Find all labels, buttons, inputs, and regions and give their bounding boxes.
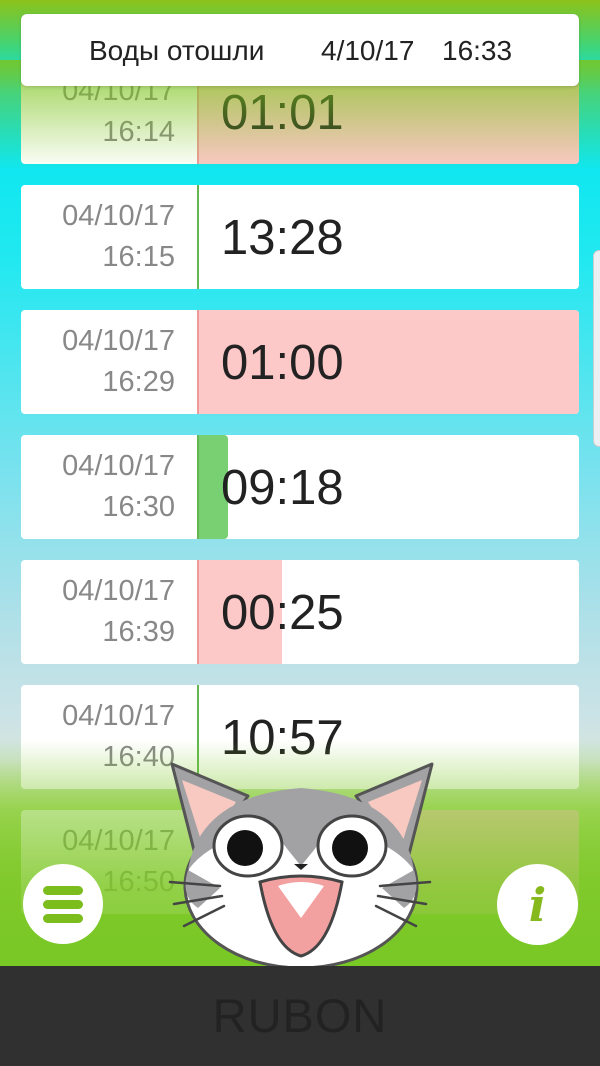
row-duration: 13:28 bbox=[221, 211, 344, 265]
row-duration: 09:18 bbox=[221, 461, 344, 515]
row-date: 04/10/17 bbox=[62, 700, 175, 732]
row-duration: 01:00 bbox=[221, 336, 344, 390]
row-date: 04/10/17 bbox=[62, 825, 175, 857]
row-timestamp: 04/10/17 16:15 bbox=[21, 185, 197, 289]
info-button[interactable]: i bbox=[497, 864, 578, 945]
row-timestamp: 04/10/17 16:30 bbox=[21, 435, 197, 539]
row-divider bbox=[197, 435, 199, 539]
list-item[interactable]: 04/10/17 16:30 09:18 bbox=[21, 435, 579, 539]
row-date: 04/10/17 bbox=[62, 200, 175, 232]
banner-label: Воды отошли bbox=[89, 35, 265, 66]
row-timestamp: 04/10/17 16:29 bbox=[21, 310, 197, 414]
list-item[interactable]: 04/10/17 16:39 00:25 bbox=[21, 560, 579, 664]
water-broke-banner[interactable]: Воды отошли 4/10/17 16:33 bbox=[21, 14, 579, 86]
row-duration: 01:01 bbox=[221, 86, 344, 140]
list-item[interactable]: 04/10/17 16:29 01:00 bbox=[21, 310, 579, 414]
row-date: 04/10/17 bbox=[62, 325, 175, 357]
scrollbar[interactable] bbox=[593, 250, 600, 447]
footer-brand: RUBON bbox=[212, 989, 388, 1042]
row-date: 04/10/17 bbox=[62, 450, 175, 482]
row-divider bbox=[197, 185, 199, 289]
row-time: 16:15 bbox=[102, 241, 175, 273]
row-time: 16:29 bbox=[102, 366, 175, 398]
row-duration: 00:25 bbox=[221, 586, 344, 640]
banner-time: 16:33 bbox=[442, 35, 513, 66]
row-time: 16:30 bbox=[102, 491, 175, 523]
banner-date: 4/10/17 bbox=[321, 35, 415, 66]
cat-mascot bbox=[168, 762, 434, 968]
footer-bar: RUBON bbox=[0, 966, 600, 1066]
row-date: 04/10/17 bbox=[62, 575, 175, 607]
row-divider bbox=[197, 560, 199, 664]
app-screen: 04/10/17 16:14 01:01 04/10/17 16:15 13:28 04/1… bbox=[0, 0, 600, 1066]
info-icon: i bbox=[528, 878, 547, 932]
row-divider bbox=[197, 310, 199, 414]
row-time: 16:39 bbox=[102, 616, 175, 648]
list-item[interactable]: 04/10/17 16:15 13:28 bbox=[21, 185, 579, 289]
row-timestamp: 04/10/17 16:39 bbox=[21, 560, 197, 664]
menu-button[interactable] bbox=[23, 864, 103, 944]
row-time: 16:14 bbox=[102, 116, 175, 148]
